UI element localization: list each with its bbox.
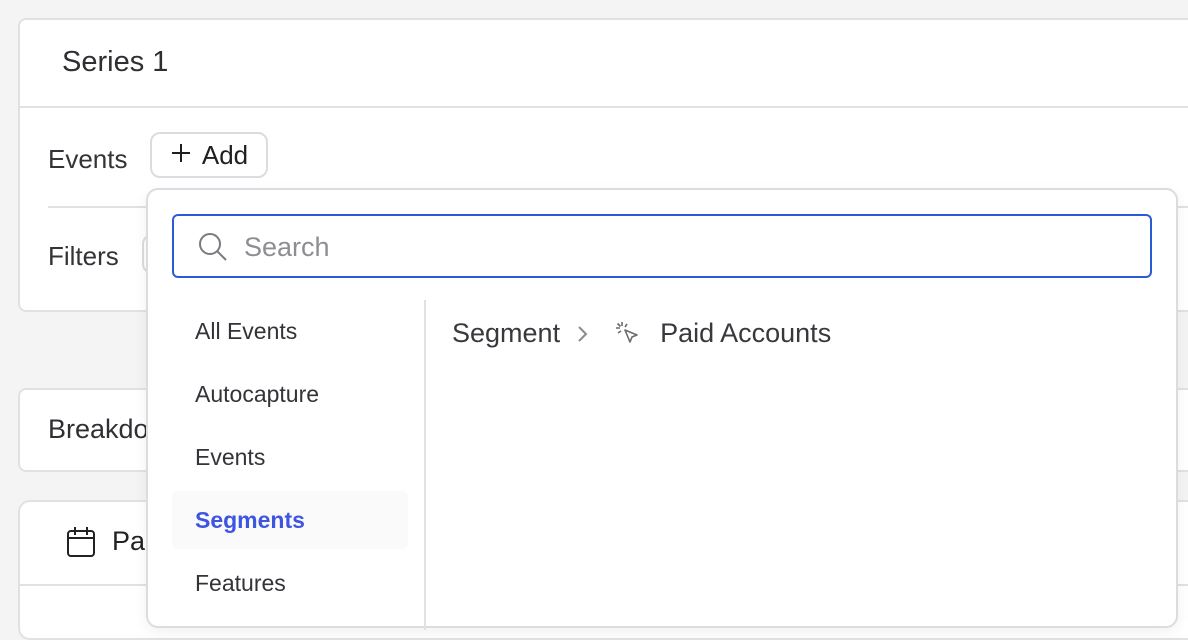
- search-icon: [198, 232, 228, 267]
- category-all-events[interactable]: All Events: [172, 302, 408, 360]
- add-button-label: Add: [201, 139, 249, 170]
- date-range-label[interactable]: Pa: [112, 526, 145, 557]
- breadcrumb-item[interactable]: Paid Accounts: [660, 318, 831, 349]
- category-features[interactable]: Features: [172, 554, 408, 612]
- add-event-button[interactable]: Add: [150, 132, 268, 178]
- chevron-right-icon: [576, 325, 588, 343]
- breadcrumb: Segment Paid Accounts: [452, 318, 831, 349]
- search-input[interactable]: [242, 226, 1126, 268]
- plus-icon: [170, 140, 192, 171]
- event-picker-dropdown: All Events Autocapture Events Segments F…: [146, 188, 1178, 630]
- category-segments[interactable]: Segments: [172, 491, 408, 549]
- category-list: All Events Autocapture Events Segments F…: [172, 302, 408, 617]
- panel-divider: [424, 300, 426, 630]
- filters-label: Filters: [48, 241, 119, 271]
- series-title: Series 1: [62, 46, 169, 78]
- category-autocapture[interactable]: Autocapture: [172, 365, 408, 423]
- search-box[interactable]: [172, 214, 1152, 278]
- breakdown-label: Breakdo: [48, 414, 149, 444]
- category-events[interactable]: Events: [172, 428, 408, 486]
- events-label: Events: [48, 144, 128, 174]
- pointer-click-icon: [614, 320, 642, 348]
- breadcrumb-parent[interactable]: Segment: [452, 318, 560, 349]
- calendar-icon: [66, 526, 96, 563]
- series-header: Series 1: [20, 20, 1188, 108]
